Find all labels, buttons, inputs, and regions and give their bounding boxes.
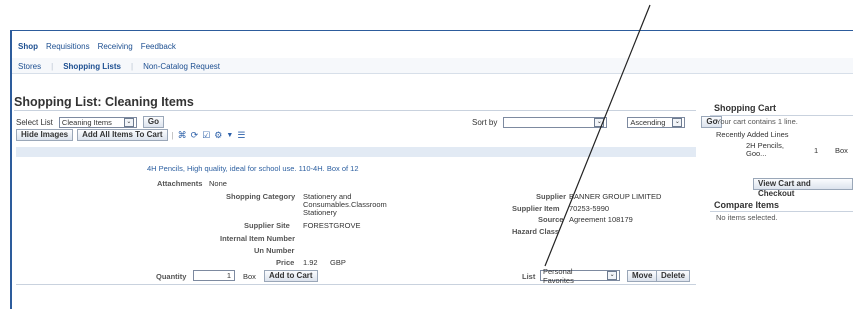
annotation-line	[544, 4, 651, 267]
